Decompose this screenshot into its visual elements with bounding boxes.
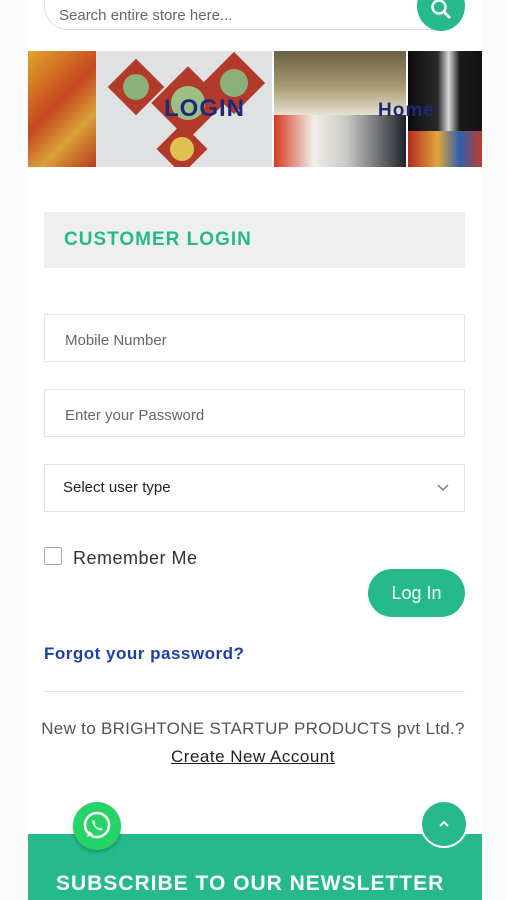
search-icon [431,0,451,19]
mobile-number-input[interactable] [63,328,447,352]
whatsapp-icon [83,811,111,839]
banner-home-text: Home [378,100,435,121]
user-type-selected-value: Select user type [63,479,171,496]
search-button[interactable] [417,0,465,31]
remember-me-checkbox[interactable] [44,547,62,565]
create-account-wrap: Create New Account [0,747,506,767]
scroll-to-top-button[interactable] [420,800,468,848]
remember-me-label: Remember Me [73,548,198,568]
chevron-down-icon [437,484,449,492]
create-new-account-link[interactable]: Create New Account [171,747,335,766]
mobile-number-field-wrap [44,314,465,362]
password-field-wrap [44,389,465,437]
newsletter-heading: SUBSCRIBE TO OUR NEWSLETTER [56,872,445,895]
whatsapp-button[interactable] [73,802,121,850]
new-customer-prompt: New to BRIGHTONE STARTUP PRODUCTS pvt Lt… [41,719,465,738]
user-type-select[interactable]: Select user type [44,464,465,512]
chevron-up-icon [439,820,449,827]
search-input[interactable] [57,3,401,27]
search-bar [44,0,465,31]
page-banner: LOGIN Home [28,51,482,167]
customer-login-header: CUSTOMER LOGIN [44,212,465,268]
banner-image-textiles [28,51,96,167]
password-input[interactable] [63,403,447,427]
log-in-button[interactable]: Log In [368,569,465,617]
section-divider [44,691,465,692]
banner-login-text: LOGIN [164,95,245,122]
forgot-password-link[interactable]: Forgot your password? [44,644,244,664]
customer-login-title: CUSTOMER LOGIN [64,229,252,250]
banner-image-artwork [408,131,482,167]
banner-image-mugs [274,115,406,167]
